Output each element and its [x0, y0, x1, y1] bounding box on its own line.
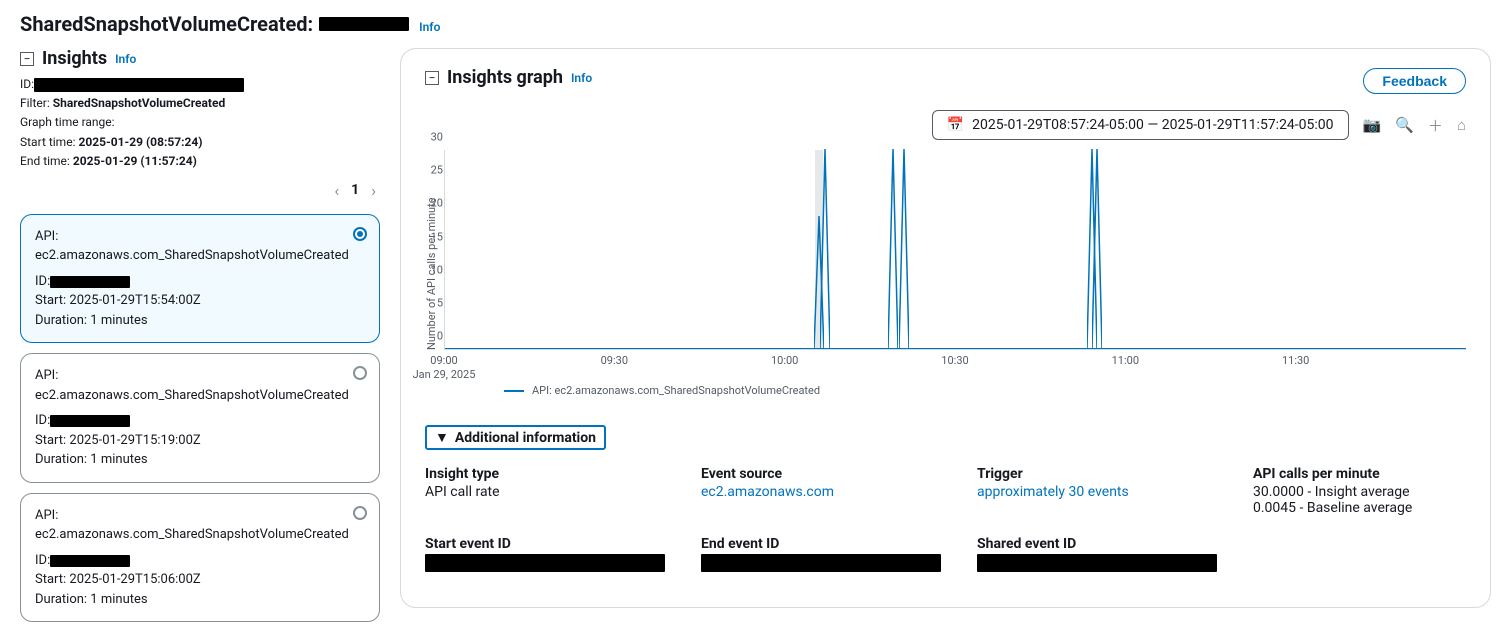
info-cell: Shared event ID — [977, 536, 1217, 572]
info-label: Event source — [701, 466, 941, 482]
info-cell: Start event ID — [425, 536, 665, 572]
card-id: ID: — [35, 272, 365, 292]
collapse-icon[interactable]: − — [20, 52, 34, 66]
card-duration: Duration: 1 minutes — [35, 311, 365, 331]
graph-title: Insights graph — [447, 67, 563, 88]
chart-legend: API: ec2.amazonaws.com_SharedSnapshotVol… — [504, 384, 1466, 397]
x-tick: 09:00 — [430, 354, 457, 367]
insight-card[interactable]: API:ec2.amazonaws.com_SharedSnapshotVolu… — [20, 493, 380, 623]
caret-down-icon: ▼ — [435, 429, 449, 446]
x-tick: 11:30 — [1282, 354, 1309, 367]
y-tick: 30 — [431, 131, 443, 144]
y-tick: 20 — [431, 197, 443, 210]
x-tick: 10:30 — [941, 354, 968, 367]
additional-info-title: Additional information — [455, 430, 596, 446]
insight-card[interactable]: API:ec2.amazonaws.com_SharedSnapshotVolu… — [20, 353, 380, 483]
feedback-button[interactable]: Feedback — [1363, 68, 1466, 94]
legend-line-icon — [504, 390, 524, 392]
card-id: ID: — [35, 551, 365, 571]
redacted-text — [319, 17, 409, 31]
baseline — [445, 348, 1466, 349]
info-value: API call rate — [425, 484, 665, 500]
info-cell: Insight type API call rate — [425, 466, 665, 516]
data-spike — [1092, 149, 1102, 349]
info-value: 0.0045 - Baseline average — [1253, 500, 1466, 516]
y-tick: 15 — [431, 230, 443, 243]
x-tick: 10:00 — [771, 354, 798, 367]
info-cell: Trigger approximately 30 events — [977, 466, 1217, 516]
page-number: 1 — [351, 182, 359, 198]
info-link[interactable]: Info — [571, 71, 592, 85]
card-duration: Duration: 1 minutes — [35, 450, 365, 470]
redacted-text — [977, 554, 1217, 572]
expand-icon[interactable]: ＋ — [1428, 115, 1443, 136]
card-api: API:ec2.amazonaws.com_SharedSnapshotVolu… — [35, 366, 365, 405]
additional-info: ▼ Additional information Insight type API… — [425, 425, 1466, 572]
plot-area[interactable]: 051015202530 — [444, 150, 1466, 350]
page-header: SharedSnapshotVolumeCreated: Info — [20, 12, 1491, 36]
info-cell: API calls per minute 30.0000 - Insight av… — [1253, 466, 1466, 516]
info-link[interactable]: Info — [115, 52, 136, 66]
info-label: Shared event ID — [977, 536, 1217, 552]
info-label: Trigger — [977, 466, 1217, 482]
y-tick: 10 — [431, 263, 443, 276]
card-start: Start: 2025-01-29T15:19:00Z — [35, 431, 365, 451]
chart: Number of API calls per minute 051015202… — [425, 150, 1466, 397]
redacted-text — [701, 554, 941, 572]
collapse-icon[interactable]: − — [425, 71, 439, 85]
info-link-value[interactable]: ec2.amazonaws.com — [701, 484, 834, 500]
y-tick: 25 — [431, 164, 443, 177]
redacted-text — [34, 78, 244, 92]
data-spike — [899, 149, 909, 349]
time-range-text: 2025-01-29T08:57:24-05:00 — 2025-01-29T1… — [972, 117, 1333, 133]
page-title: SharedSnapshotVolumeCreated: — [20, 12, 409, 36]
x-tick: 11:00 — [1112, 354, 1139, 367]
info-label: API calls per minute — [1253, 466, 1466, 482]
card-api: API:ec2.amazonaws.com_SharedSnapshotVolu… — [35, 506, 365, 545]
y-tick: 5 — [437, 296, 443, 309]
time-range-picker[interactable]: 📅 2025-01-29T08:57:24-05:00 — 2025-01-29… — [932, 110, 1349, 140]
home-icon[interactable]: ⌂ — [1457, 116, 1466, 134]
prev-page-icon[interactable]: ‹ — [334, 181, 339, 200]
card-start: Start: 2025-01-29T15:06:00Z — [35, 570, 365, 590]
additional-info-toggle[interactable]: ▼ Additional information — [425, 425, 606, 450]
data-spike — [888, 149, 898, 349]
info-cell: End event ID — [701, 536, 941, 572]
camera-icon[interactable]: 📷 — [1363, 116, 1382, 134]
info-label: Start event ID — [425, 536, 665, 552]
info-label: End event ID — [701, 536, 941, 552]
redacted-text — [425, 554, 665, 572]
data-spike — [820, 149, 830, 349]
radio-icon[interactable] — [353, 506, 367, 520]
y-tick: 0 — [437, 330, 443, 343]
insights-graph-panel: − Insights graph Info Feedback 📅 2025-01… — [400, 48, 1491, 608]
calendar-icon: 📅 — [947, 117, 964, 133]
info-cell: Event source ec2.amazonaws.com — [701, 466, 941, 516]
radio-icon[interactable] — [353, 227, 367, 241]
card-id: ID: — [35, 411, 365, 431]
info-link[interactable]: Info — [419, 20, 440, 34]
zoom-icon[interactable]: 🔍 — [1395, 116, 1414, 134]
title-text: SharedSnapshotVolumeCreated: — [20, 12, 313, 36]
insight-card[interactable]: API:ec2.amazonaws.com_SharedSnapshotVolu… — [20, 214, 380, 344]
info-label: Insight type — [425, 466, 665, 482]
legend-label: API: ec2.amazonaws.com_SharedSnapshotVol… — [532, 384, 820, 397]
card-start: Start: 2025-01-29T15:54:00Z — [35, 291, 365, 311]
next-page-icon[interactable]: › — [371, 181, 376, 200]
pager: ‹ 1 › — [24, 181, 376, 200]
card-duration: Duration: 1 minutes — [35, 590, 365, 610]
info-link-value[interactable]: approximately 30 events — [977, 484, 1129, 500]
x-tick: 09:30 — [601, 354, 628, 367]
card-api: API:ec2.amazonaws.com_SharedSnapshotVolu… — [35, 227, 365, 266]
insights-sidebar: − Insights Info ID: Filter: SharedSnapsh… — [20, 48, 380, 632]
info-value: 30.0000 - Insight average — [1253, 484, 1466, 500]
info-cell — [1253, 536, 1466, 572]
x-date: Jan 29, 2025 — [413, 368, 476, 381]
insights-title: Insights — [42, 48, 107, 69]
insights-meta: ID: Filter: SharedSnapshotVolumeCreated … — [20, 75, 380, 171]
